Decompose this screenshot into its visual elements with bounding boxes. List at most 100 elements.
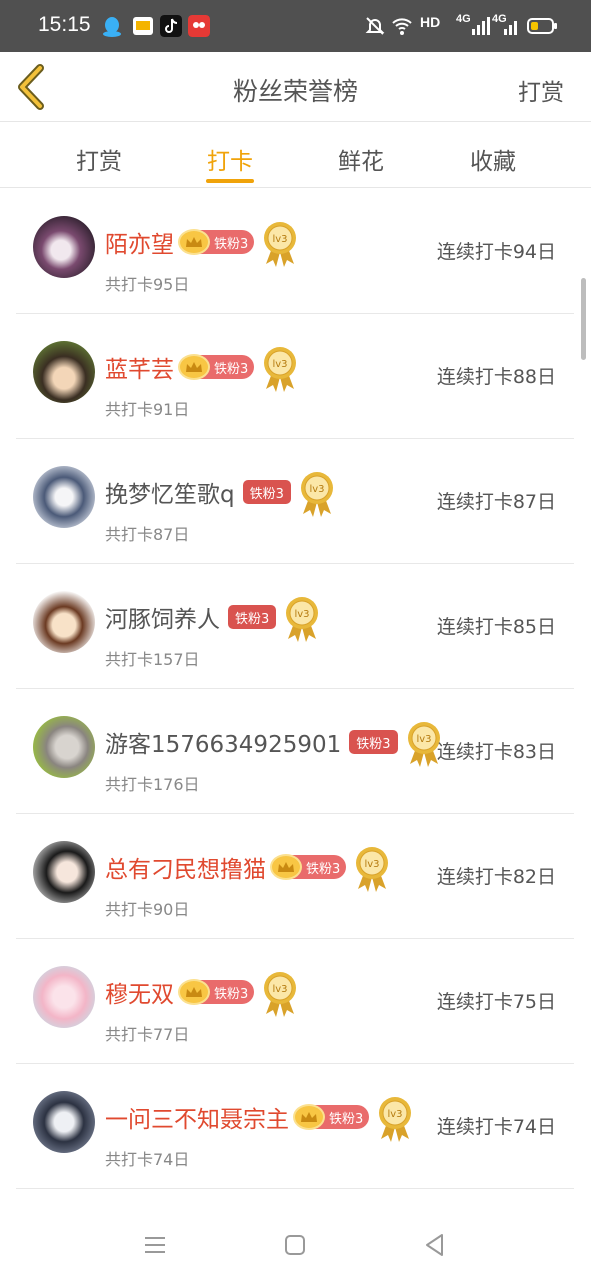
avatar[interactable] — [33, 841, 95, 903]
crown-icon — [178, 354, 210, 380]
app-header: 粉丝荣誉榜 打赏 — [0, 52, 591, 122]
user-name[interactable]: 河豚饲养人 — [105, 600, 220, 634]
user-name[interactable]: 陌亦望 — [105, 225, 174, 259]
fan-badge: 铁粉3 — [242, 480, 291, 504]
level-medal-icon: lv3 — [264, 222, 297, 267]
tab-checkin[interactable]: 打卡 — [175, 142, 285, 176]
list-item[interactable]: 总有刁民想撸猫 铁粉3 lv3 共打卡90日 连续打卡82日 — [16, 814, 574, 939]
signal-label-1: 4G — [456, 13, 471, 25]
user-name[interactable]: 穆无双 — [105, 975, 174, 1009]
back-icon[interactable] — [422, 1232, 448, 1258]
battery-icon — [527, 18, 557, 34]
user-name[interactable]: 一问三不知聂宗主 — [105, 1100, 289, 1134]
fan-badge: 铁粉3 — [178, 354, 255, 380]
signal-icon — [472, 17, 490, 35]
avatar[interactable] — [33, 341, 95, 403]
crown-icon — [270, 854, 302, 880]
level-label: lv3 — [273, 234, 288, 245]
wifi-icon — [392, 18, 412, 35]
level-medal-icon: lv3 — [300, 472, 333, 517]
status-time: 15:15 — [38, 13, 91, 36]
crown-icon — [293, 1104, 325, 1130]
avatar[interactable] — [33, 966, 95, 1028]
streak-checkins: 连续打卡75日 — [436, 991, 556, 1013]
crown-icon — [178, 979, 210, 1005]
user-name[interactable]: 蓝芊芸 — [105, 350, 174, 384]
network-type: HD — [420, 14, 441, 30]
system-nav-bar — [0, 1208, 591, 1280]
fan-badge: 铁粉3 — [178, 979, 255, 1005]
level-medal-icon: lv3 — [264, 972, 297, 1017]
avatar[interactable] — [33, 216, 95, 278]
total-checkins: 共打卡77日 — [105, 1025, 190, 1044]
level-medal-icon: lv3 — [356, 847, 389, 892]
status-bar: 15:15 HD 4G 4G — [0, 0, 591, 52]
level-medal-icon: lv3 — [264, 347, 297, 392]
streak-checkins: 连续打卡94日 — [436, 241, 556, 263]
total-checkins: 共打卡91日 — [105, 400, 190, 419]
total-checkins: 共打卡157日 — [105, 650, 200, 669]
fan-badge-label: 铁粉3 — [214, 986, 249, 1002]
level-label: lv3 — [416, 734, 431, 745]
list-item[interactable]: 穆无双 铁粉3 lv3 共打卡77日 连续打卡75日 — [16, 939, 574, 1064]
list-item[interactable]: 一问三不知聂宗主 铁粉3 lv3 共打卡74日 连续打卡74日 — [16, 1064, 574, 1189]
tiktok-icon — [160, 15, 182, 37]
bell-off-icon — [365, 17, 385, 35]
tab-flowers[interactable]: 鲜花 — [306, 142, 416, 176]
video-app-icon — [133, 17, 153, 35]
level-label: lv3 — [388, 1109, 403, 1120]
streak-checkins: 连续打卡85日 — [436, 616, 556, 638]
level-medal-icon: lv3 — [286, 597, 319, 642]
active-tab-indicator — [206, 179, 254, 183]
total-checkins: 共打卡95日 — [105, 275, 190, 294]
tab-bar: 打赏 打卡 鲜花 收藏 — [0, 122, 591, 188]
fan-badge: 铁粉3 — [293, 1104, 370, 1130]
fan-badge-label: 铁粉3 — [329, 1111, 364, 1127]
signal-icon-2 — [504, 21, 517, 35]
level-medal-icon: lv3 — [379, 1097, 412, 1142]
fan-badge-label: 铁粉3 — [214, 236, 249, 252]
fan-badge-label: 铁粉3 — [306, 861, 341, 877]
user-name[interactable]: 挽梦忆笙歌q — [105, 475, 235, 509]
level-label: lv3 — [365, 859, 380, 870]
level-label: lv3 — [273, 984, 288, 995]
streak-checkins: 连续打卡83日 — [436, 741, 556, 763]
menu-icon[interactable] — [142, 1232, 168, 1258]
list-item[interactable]: 蓝芊芸 铁粉3 lv3 共打卡91日 连续打卡88日 — [16, 314, 574, 439]
streak-checkins: 连续打卡88日 — [436, 366, 556, 388]
user-name[interactable]: 游客1576634925901 — [105, 725, 341, 759]
level-label: lv3 — [309, 484, 324, 495]
fan-badge: 铁粉3 — [270, 854, 347, 880]
avatar[interactable] — [33, 591, 95, 653]
streak-checkins: 连续打卡87日 — [436, 491, 556, 513]
avatar[interactable] — [33, 1091, 95, 1153]
fan-badge: 铁粉3 — [349, 730, 398, 754]
page-title: 粉丝荣誉榜 — [232, 77, 358, 106]
streak-checkins: 连续打卡82日 — [436, 866, 556, 888]
home-icon[interactable] — [282, 1232, 308, 1258]
user-name[interactable]: 总有刁民想撸猫 — [105, 850, 266, 884]
reward-button[interactable]: 打赏 — [518, 73, 564, 107]
avatar[interactable] — [33, 716, 95, 778]
level-label: lv3 — [273, 359, 288, 370]
tab-favorites[interactable]: 收藏 — [438, 142, 548, 176]
total-checkins: 共打卡90日 — [105, 900, 190, 919]
total-checkins: 共打卡176日 — [105, 775, 200, 794]
tab-reward[interactable]: 打赏 — [44, 142, 154, 176]
level-label: lv3 — [295, 609, 310, 620]
avatar[interactable] — [33, 466, 95, 528]
list-item[interactable]: 游客1576634925901 铁粉3 lv3 共打卡176日 连续打卡83日 — [16, 689, 574, 814]
list-item[interactable]: 陌亦望 铁粉3 lv3 共打卡95日 连续打卡94日 — [16, 189, 574, 314]
fan-badge: 铁粉3 — [178, 229, 255, 255]
scrollbar[interactable] — [581, 278, 586, 360]
total-checkins: 共打卡74日 — [105, 1150, 190, 1169]
qq-icon — [103, 17, 121, 37]
streak-checkins: 连续打卡74日 — [436, 1116, 556, 1138]
total-checkins: 共打卡87日 — [105, 525, 190, 544]
fan-badge: 铁粉3 — [228, 605, 277, 629]
red-app-icon — [188, 15, 210, 37]
list-item[interactable]: 挽梦忆笙歌q 铁粉3 lv3 共打卡87日 连续打卡87日 — [16, 439, 574, 564]
crown-icon — [178, 229, 210, 255]
fan-badge-label: 铁粉3 — [214, 361, 249, 377]
list-item[interactable]: 河豚饲养人 铁粉3 lv3 共打卡157日 连续打卡85日 — [16, 564, 574, 689]
